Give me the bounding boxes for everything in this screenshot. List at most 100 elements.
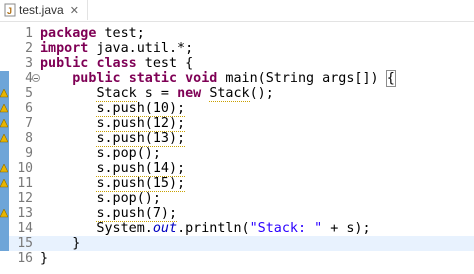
code-token: { bbox=[385, 70, 396, 87]
tab-label: test.java bbox=[19, 3, 64, 17]
line-number: 9 bbox=[25, 146, 33, 161]
code-line[interactable]: 4 public static void main(String args[])… bbox=[0, 70, 474, 87]
code-token: } bbox=[40, 236, 81, 251]
code-line[interactable]: 1 package test; bbox=[0, 26, 474, 41]
warning-marker-icon[interactable] bbox=[0, 209, 8, 218]
line-number: 1 bbox=[25, 26, 33, 41]
code-token: System. bbox=[40, 221, 153, 236]
tab-test-java[interactable]: J test.java ✕ bbox=[0, 0, 88, 20]
code-text: s.push(14); bbox=[40, 161, 186, 177]
code-token: class bbox=[96, 56, 137, 71]
line-number: 16 bbox=[17, 251, 33, 266]
code-line[interactable]: 13 s.push(7); bbox=[0, 206, 474, 222]
code-text: s.pop(); bbox=[40, 191, 161, 206]
warning-marker-icon[interactable] bbox=[0, 164, 8, 173]
code-text: s.push(10); bbox=[40, 101, 186, 117]
code-editor[interactable]: 1 package test; 2 import java.util.*; 3 publi… bbox=[0, 22, 474, 274]
change-ruler bbox=[0, 221, 9, 236]
java-file-icon: J bbox=[4, 3, 16, 17]
code-text: Stack s = new Stack(); bbox=[40, 86, 274, 102]
code-line[interactable]: 5 Stack s = new Stack(); bbox=[0, 86, 474, 102]
warning-marker-icon[interactable] bbox=[0, 179, 8, 188]
close-icon[interactable]: ✕ bbox=[70, 4, 79, 17]
code-text: import java.util.*; bbox=[40, 41, 193, 56]
code-line[interactable]: 3 public class test { bbox=[0, 56, 474, 71]
code-token: static bbox=[128, 71, 178, 86]
code-line[interactable]: 8 s.push(13); bbox=[0, 131, 474, 147]
change-ruler bbox=[0, 176, 9, 191]
code-token: s = bbox=[136, 86, 178, 101]
code-line[interactable]: 2 import java.util.*; bbox=[0, 41, 474, 56]
warning-marker-icon[interactable] bbox=[0, 119, 8, 128]
code-text: } bbox=[40, 236, 80, 251]
line-number: 15 bbox=[17, 236, 33, 251]
code-token: void bbox=[185, 71, 218, 86]
code-text: s.push(13); bbox=[40, 131, 186, 147]
code-text: public static void main(String args[]) { bbox=[40, 70, 396, 87]
line-number: 13 bbox=[17, 206, 33, 221]
code-token: Stack bbox=[96, 86, 137, 102]
code-token: "Stack: " bbox=[249, 221, 323, 236]
change-ruler bbox=[0, 251, 9, 266]
change-ruler bbox=[0, 71, 9, 86]
code-token: + s); bbox=[322, 221, 371, 236]
code-token: public bbox=[40, 56, 89, 71]
code-token: package bbox=[40, 26, 97, 41]
fold-collapse-icon[interactable] bbox=[32, 74, 40, 82]
change-ruler bbox=[0, 86, 9, 101]
code-text: s.push(12); bbox=[40, 116, 186, 132]
line-number: 7 bbox=[25, 116, 33, 131]
change-ruler bbox=[0, 206, 9, 221]
code-token: s.push(10); bbox=[96, 101, 186, 117]
code-line[interactable]: 10 s.push(14); bbox=[0, 161, 474, 177]
code-line[interactable]: 11 s.push(15); bbox=[0, 176, 474, 192]
code-text: s.pop(); bbox=[40, 146, 161, 161]
code-token: } bbox=[40, 251, 49, 266]
warning-marker-icon[interactable] bbox=[0, 134, 8, 143]
code-token: .println( bbox=[177, 221, 250, 236]
change-ruler bbox=[0, 131, 9, 146]
line-number: 14 bbox=[17, 221, 33, 236]
code-text: s.push(7); bbox=[40, 206, 178, 222]
code-line[interactable]: 15 } bbox=[0, 236, 474, 251]
code-token: test; bbox=[96, 26, 145, 41]
line-number: 12 bbox=[17, 191, 33, 206]
line-number: 8 bbox=[25, 131, 33, 146]
change-ruler bbox=[0, 161, 9, 176]
line-number: 10 bbox=[17, 161, 33, 176]
change-ruler bbox=[0, 26, 9, 41]
code-token: Stack bbox=[209, 86, 250, 102]
code-line[interactable]: 6 s.push(10); bbox=[0, 101, 474, 117]
svg-text:J: J bbox=[7, 6, 12, 16]
code-line[interactable]: 9 s.pop(); bbox=[0, 146, 474, 161]
warning-marker-icon[interactable] bbox=[0, 89, 8, 98]
code-token: s.pop(); bbox=[96, 191, 161, 206]
code-text: } bbox=[40, 251, 48, 266]
change-ruler bbox=[0, 116, 9, 131]
code-line[interactable]: 7 s.push(12); bbox=[0, 116, 474, 132]
code-token: main(String args[]) bbox=[217, 71, 387, 86]
change-ruler bbox=[0, 236, 9, 251]
code-token: import bbox=[40, 41, 89, 56]
change-ruler bbox=[0, 146, 9, 161]
warning-marker-icon[interactable] bbox=[0, 104, 8, 113]
code-token: (); bbox=[249, 86, 274, 101]
code-line[interactable]: 12 s.pop(); bbox=[0, 191, 474, 206]
line-number: 2 bbox=[25, 41, 33, 56]
code-line[interactable]: 14 System.out.println("Stack: " + s); bbox=[0, 221, 474, 236]
code-text: System.out.println("Stack: " + s); bbox=[40, 221, 371, 236]
code-line[interactable]: 16} bbox=[0, 251, 474, 266]
code-text: public class test { bbox=[40, 56, 193, 71]
code-token: s.push(14); bbox=[96, 161, 186, 177]
code-token: s.pop(); bbox=[96, 146, 161, 161]
change-ruler bbox=[0, 41, 9, 56]
